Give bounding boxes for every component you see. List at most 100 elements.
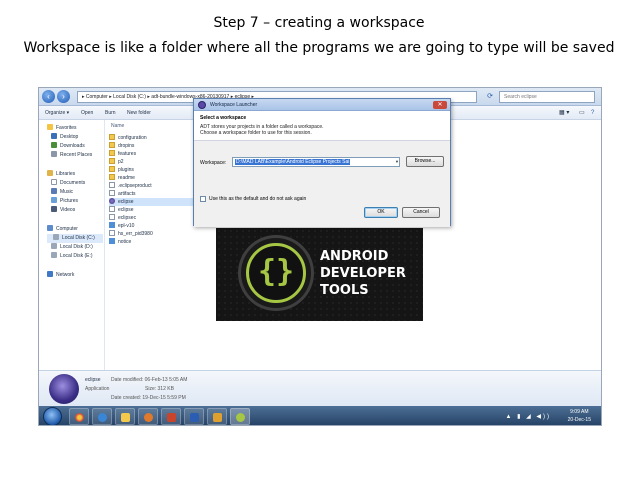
dialog-title: Workspace Launcher (210, 102, 258, 108)
preview-pane-icon[interactable]: ▭ (579, 106, 585, 120)
help-icon[interactable]: ? (591, 106, 594, 120)
column-header-name[interactable]: Name (111, 122, 124, 130)
dialog-description-line: Choose a workspace folder to use for thi… (200, 130, 312, 136)
sidebar-item-libraries[interactable]: Libraries (47, 170, 75, 179)
slide-subtitle: Workspace is like a folder where all the… (23, 40, 615, 56)
drive-icon (51, 243, 57, 249)
open-button[interactable]: Open (81, 106, 93, 120)
browse-button[interactable]: Browse... (406, 156, 444, 167)
file-icon (109, 206, 115, 212)
sidebar-item-favorites[interactable]: Favorites (47, 124, 77, 133)
adt-icon (236, 413, 245, 422)
taskbar-app-paint[interactable] (207, 408, 227, 425)
taskbar-app-eclipse[interactable] (230, 408, 250, 425)
details-created: Date created: 19-Dec-15 5:59 PM (111, 395, 186, 401)
web-file-icon (109, 222, 115, 228)
folder-icon (109, 150, 115, 156)
close-icon[interactable]: ✕ (433, 101, 447, 109)
cancel-button[interactable]: Cancel (402, 207, 440, 218)
list-item[interactable]: epl-v10 (109, 222, 134, 230)
videos-icon (51, 206, 57, 212)
search-input[interactable]: Search eclipse (499, 91, 595, 103)
dialog-title-bar[interactable]: Workspace Launcher ✕ (194, 99, 450, 111)
eclipse-icon (198, 101, 206, 109)
start-button[interactable] (43, 407, 62, 425)
sidebar-item-music[interactable]: Music (51, 188, 73, 197)
sidebar-item-desktop[interactable]: Desktop (51, 133, 78, 142)
workspace-path-value: D:\MAD LAB\Example\Android Eclipse Proje… (235, 159, 351, 165)
burn-button[interactable]: Burn (105, 106, 116, 120)
desktop-icon (51, 133, 57, 139)
chrome-icon (75, 413, 84, 422)
folder-icon (121, 413, 130, 422)
default-workspace-checkbox[interactable] (200, 196, 206, 202)
chevron-down-icon[interactable]: ▼ (394, 158, 400, 166)
sidebar-item-computer[interactable]: Computer (47, 225, 78, 234)
taskbar-app-word[interactable] (184, 408, 204, 425)
details-modified: Date modified: 06-Feb-13 5:05 AM (111, 377, 188, 383)
sidebar-item-network[interactable]: Network (47, 271, 74, 280)
sidebar-item-recent[interactable]: Recent Places (51, 151, 92, 160)
file-icon (109, 230, 115, 236)
list-item[interactable]: readme (109, 174, 135, 182)
sidebar-item-disk-d[interactable]: Local Disk (D:) (51, 243, 93, 252)
word-icon (190, 413, 199, 422)
internet-explorer-icon (98, 413, 107, 422)
new-folder-button[interactable]: New folder (127, 106, 151, 120)
ok-button[interactable]: OK (364, 207, 398, 218)
list-item[interactable]: eclipsec (109, 214, 136, 222)
library-icon (47, 170, 53, 176)
drive-icon (53, 234, 59, 240)
folder-icon (109, 134, 115, 140)
folder-icon (109, 142, 115, 148)
details-file-type: Application (85, 386, 110, 392)
screenshot-window: ‹ › ▸ Computer ▸ Local Disk (C:) ▸ adt-b… (38, 87, 602, 426)
taskbar-app-media[interactable] (138, 408, 158, 425)
list-item[interactable]: features (109, 150, 136, 158)
default-workspace-checkbox-label: Use this as the default and do not ask a… (209, 196, 307, 202)
list-item[interactable]: plugins (109, 166, 134, 174)
details-pane: eclipse Application Date modified: 06-Fe… (39, 370, 601, 406)
documents-icon (51, 179, 57, 185)
media-player-icon (144, 413, 153, 422)
workspace-combo-input[interactable]: D:\MAD LAB\Example\Android Eclipse Proje… (232, 157, 400, 167)
sidebar-item-disk-c[interactable]: Local Disk (C:) (47, 234, 103, 243)
sidebar-item-downloads[interactable]: Downloads (51, 142, 85, 151)
download-icon (51, 142, 57, 148)
list-item[interactable]: hs_err_pid3980 (109, 230, 153, 238)
navigation-pane: Favorites Desktop Downloads Recent Place… (39, 120, 105, 370)
details-size: Size: 312 KB (145, 386, 174, 392)
list-item[interactable]: configuration (109, 134, 147, 142)
dialog-heading: Select a workspace (200, 115, 247, 121)
splash-line-android: ANDROID (320, 249, 389, 264)
sidebar-item-documents[interactable]: Documents (51, 179, 85, 188)
taskbar-app-powerpoint[interactable] (161, 408, 181, 425)
list-item[interactable]: notice (109, 238, 131, 246)
list-item[interactable]: dropins (109, 142, 134, 150)
sidebar-item-disk-e[interactable]: Local Disk (E:) (51, 252, 93, 261)
view-options-icon[interactable]: ▦ ▾ (559, 106, 569, 120)
forward-button[interactable]: › (57, 90, 70, 103)
dialog-body: Workspace: D:\MAD LAB\Example\Android Ec… (194, 141, 450, 227)
back-button[interactable]: ‹ (42, 90, 55, 103)
refresh-icon[interactable]: ⟳ (484, 91, 496, 103)
recent-places-icon (51, 151, 57, 157)
list-item[interactable]: p2 (109, 158, 124, 166)
taskbar-app-chrome[interactable] (69, 408, 89, 425)
folder-icon (109, 166, 115, 172)
system-tray[interactable]: ▲ ▮ ◢ ◀)) (506, 413, 551, 420)
list-item[interactable]: .eclipseproduct (109, 182, 152, 190)
taskbar-app-explorer[interactable] (115, 408, 135, 425)
list-item[interactable]: artifacts (109, 190, 136, 198)
file-icon (109, 214, 115, 220)
list-item[interactable]: eclipse (109, 206, 134, 214)
clock-time: 9:09 AM (570, 409, 589, 415)
taskbar-clock[interactable]: 9:09 AM 20-Dec-15 (568, 408, 591, 424)
network-icon (47, 271, 53, 277)
taskbar-app-ie[interactable] (92, 408, 112, 425)
sidebar-item-videos[interactable]: Videos (51, 206, 75, 215)
sidebar-item-pictures[interactable]: Pictures (51, 197, 78, 206)
braces-icon: {} (257, 254, 295, 289)
details-file-name: eclipse (85, 377, 101, 383)
organize-button[interactable]: Organize ▾ (45, 106, 69, 120)
